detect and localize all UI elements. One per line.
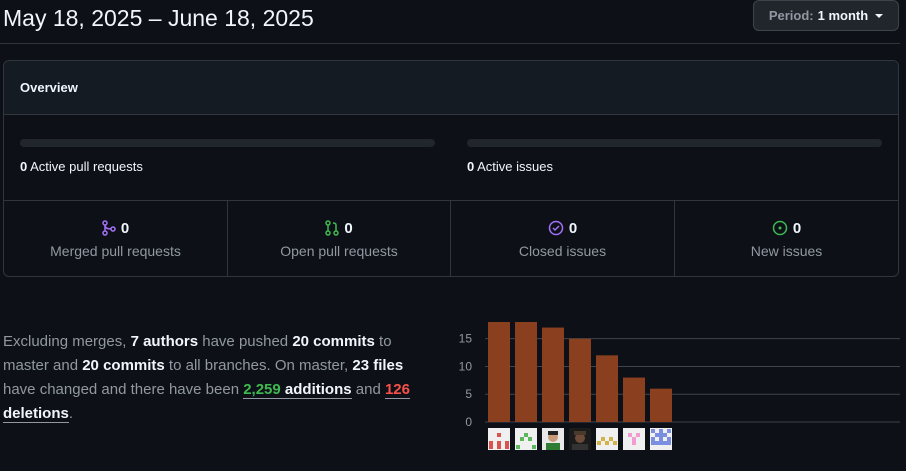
active-issues-count: 0 [467,159,475,174]
contributor-bar[interactable] [542,327,564,422]
new-issues-label: New issues [750,242,823,259]
period-label: Period: [768,8,814,23]
additions-count: 2,259 [243,381,281,398]
stat-closed-issues[interactable]: 0 Closed issues [451,201,675,276]
summary-text: . [68,405,74,422]
stat-new-issues[interactable]: 0 New issues [675,201,898,276]
summary-text: to all branches. On master, [164,357,353,374]
y-tick-label: 10 [459,359,473,373]
open-pr-icon [325,220,340,236]
active-prs-label: Active pull requests [30,159,143,174]
contributor-avatar[interactable] [650,428,672,450]
active-issues-label: Active issues [477,159,554,174]
active-prs-progress [20,139,435,147]
additions-link[interactable]: 2,259 additions [243,381,352,399]
period-header: May 18, 2025 – June 18, 2025 Period: 1 m… [0,0,900,44]
stat-open-prs[interactable]: 0 Open pull requests [228,201,451,276]
closed-issue-icon [548,220,564,236]
contributor-bar[interactable] [596,355,618,422]
contributor-bar[interactable] [488,322,510,422]
authors-count: 7 authors [130,333,199,350]
deletions-count: 126 [384,381,410,398]
contributor-avatar[interactable] [488,428,510,450]
contributor-avatar[interactable] [569,428,591,450]
contributor-bar[interactable] [569,338,591,422]
y-tick-label: 5 [465,387,472,401]
files-changed: 23 files [352,357,404,374]
closed-issues-label: Closed issues [518,242,607,259]
period-value: 1 month [817,8,869,23]
active-prs-count: 0 [20,159,28,174]
summary-text: have changed and there have been [3,381,244,398]
y-tick-label: 15 [459,332,473,346]
contributor-avatars [488,428,672,450]
contributor-bar[interactable] [623,377,645,422]
contributor-avatar[interactable] [596,428,618,450]
commits-all: 20 commits [82,357,165,374]
merged-pr-icon [102,220,116,236]
closed-issues-count: 0 [568,219,578,237]
overview-panel: Overview 0 Active pull requests 0 Active… [3,60,899,277]
contributor-bar[interactable] [650,388,672,422]
deletions-word: deletions [3,405,69,422]
open-prs-count: 0 [344,219,353,237]
new-issues-count: 0 [792,219,802,237]
overview-stats: 0 Merged pull requests 0 Open pull reque… [4,201,898,276]
activity-bars: 0 Active pull requests 0 Active issues [4,115,898,201]
summary-text: and [351,381,385,398]
period-dropdown-button[interactable]: Period: 1 month [753,0,899,31]
new-issue-icon [772,220,788,236]
summary-text: Excluding merges, [3,333,131,350]
merged-prs-count: 0 [120,219,130,237]
merged-prs-label: Merged pull requests [50,242,181,259]
active-issues-progress [467,139,882,147]
active-prs-block[interactable]: 0 Active pull requests [20,139,435,174]
contributor-avatar[interactable] [542,428,564,450]
additions-word: additions [280,381,352,398]
y-tick-label: 0 [465,415,472,429]
stat-merged-prs[interactable]: 0 Merged pull requests [4,201,228,276]
open-prs-label: Open pull requests [280,242,398,259]
summary-text: have pushed [198,333,293,350]
contributor-avatar[interactable] [623,428,645,450]
contributor-avatar[interactable] [515,428,537,450]
commit-summary: Excluding merges, 7 authors have pushed … [3,330,423,426]
date-range-title: May 18, 2025 – June 18, 2025 [3,5,314,31]
commits-master: 20 commits [292,333,375,350]
active-issues-block[interactable]: 0 Active issues [467,139,882,174]
contributor-bar[interactable] [515,322,537,422]
caret-down-icon [875,13,884,18]
overview-title: Overview [4,61,898,115]
